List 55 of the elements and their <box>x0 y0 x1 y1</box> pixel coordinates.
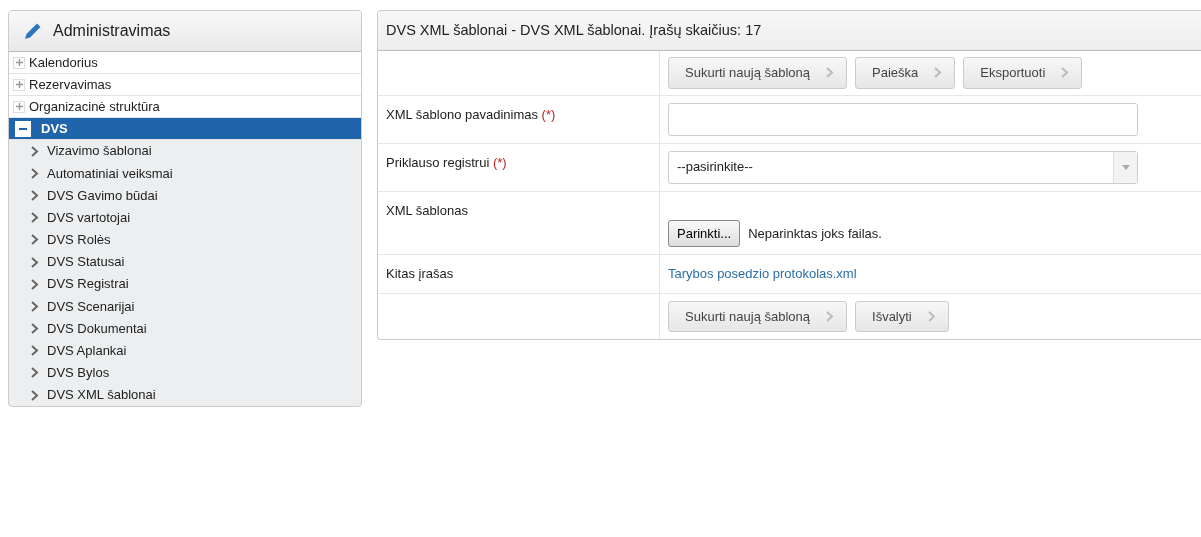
tree-child-item[interactable]: Automatiniai veiksmai <box>9 162 361 185</box>
field-label: XML šablonas <box>386 202 468 218</box>
action-button[interactable]: Sukurti naują šabloną <box>668 57 848 89</box>
dropdown-arrow-icon <box>1121 164 1130 170</box>
chevron-icon <box>31 189 39 201</box>
tree-item[interactable]: DVS <box>9 118 361 140</box>
chevron-icon <box>927 310 936 322</box>
chevron-icon <box>31 323 39 335</box>
chevron-icon <box>31 145 39 157</box>
tree-child-item[interactable]: DVS XML šablonai <box>9 384 361 407</box>
expand-icon[interactable] <box>13 78 25 91</box>
tree-child-item[interactable]: DVS Aplankai <box>9 339 361 362</box>
pencil-icon <box>23 21 43 41</box>
browse-button[interactable]: Parinkti... <box>668 219 741 247</box>
chevron-icon <box>31 389 39 401</box>
dropdown-field[interactable]: --pasirinkite-- <box>668 150 1138 184</box>
tree-child-item[interactable]: DVS vartotojai <box>9 206 361 229</box>
file-status: Neparinktas joks failas. <box>748 224 882 243</box>
field-label: Priklauso registrui (*) <box>386 154 507 170</box>
file-link[interactable]: Tarybos posedzio protokolas.xml <box>668 264 857 284</box>
field-label: Kitas įrašas <box>386 266 454 281</box>
field-label: XML šablono pavadinimas (*) <box>386 106 556 122</box>
tree-child-item[interactable]: DVS Bylos <box>9 361 361 385</box>
chevron-icon <box>934 67 943 79</box>
chevron-icon <box>31 345 39 357</box>
chevron-icon <box>1061 67 1070 79</box>
action-button[interactable]: Eksportuoti <box>963 57 1083 89</box>
chevron-icon <box>31 300 39 312</box>
chevron-icon <box>31 256 39 268</box>
tree-item[interactable]: Rezervavimas <box>9 74 361 96</box>
action-button[interactable]: Paieška <box>855 57 956 89</box>
chevron-icon <box>31 234 39 246</box>
tree-child-item[interactable]: DVS Gavimo būdai <box>9 184 361 207</box>
tree-child-item[interactable]: DVS Registrai <box>9 273 361 296</box>
tree-child-item[interactable]: DVS Scenarijai <box>9 295 361 318</box>
chevron-icon <box>31 367 39 379</box>
chevron-icon <box>826 310 835 322</box>
tree-item[interactable]: Organizacinė struktūra <box>9 96 361 118</box>
action-button[interactable]: Sukurti naują šabloną <box>668 300 848 332</box>
text-field[interactable] <box>668 102 1138 136</box>
tree-child-item[interactable]: DVS Rolės <box>9 228 361 251</box>
tree-child-item[interactable]: Vizavimo šablonai <box>9 140 361 163</box>
sidebar-title: Administravimas <box>53 21 171 41</box>
expand-icon[interactable] <box>13 56 25 69</box>
chevron-icon <box>31 278 39 290</box>
chevron-icon <box>31 212 39 224</box>
chevron-icon <box>31 167 39 179</box>
collapse-icon[interactable] <box>15 120 31 137</box>
expand-icon[interactable] <box>13 100 25 113</box>
tree-item[interactable]: Kalendorius <box>9 52 361 74</box>
action-button[interactable]: Išvalyti <box>855 300 949 332</box>
panel-title: DVS XML šablonai - DVS XML šablonai. Įrašų skaičius: 17 <box>378 11 1201 51</box>
tree-child-item[interactable]: DVS Statusai <box>9 250 361 274</box>
tree-child-item[interactable]: DVS Dokumentai <box>9 317 361 340</box>
chevron-icon <box>826 67 835 79</box>
